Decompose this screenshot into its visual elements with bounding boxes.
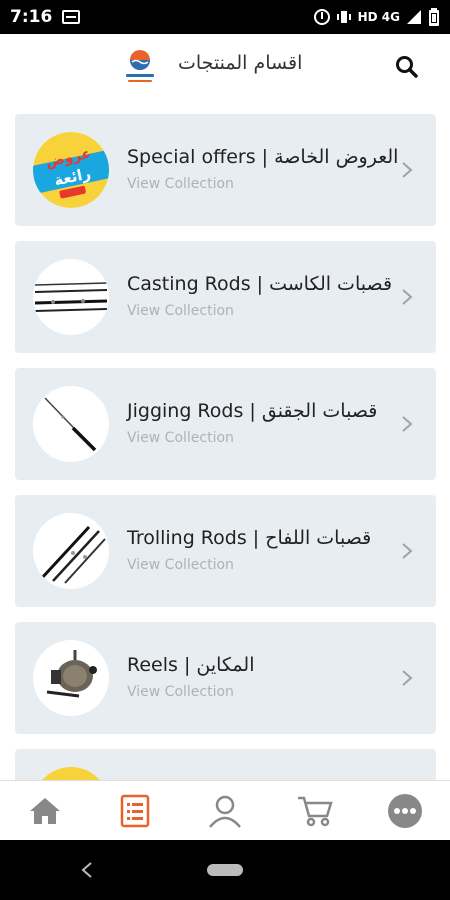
- system-navigation-bar: [0, 840, 450, 900]
- account-icon: [209, 795, 241, 828]
- status-bar: 7:16 HD 4G: [0, 0, 450, 34]
- casting-rods-thumbnail: [33, 259, 109, 335]
- category-subtitle: View Collection: [127, 303, 234, 319]
- bottom-navigation: [0, 780, 450, 840]
- notification-icon: [62, 10, 81, 24]
- chevron-right-icon: [402, 416, 413, 432]
- app-header: اقسام المنتجات: [0, 34, 450, 98]
- more-icon: [388, 793, 422, 828]
- search-icon: [396, 56, 418, 78]
- category-title: Casting Rods | قصبات الكاست: [127, 273, 393, 295]
- trolling-rods-thumbnail: [33, 513, 109, 589]
- category-card-casting-rods[interactable]: Casting Rods | قصبات الكاست View Collect…: [15, 241, 436, 353]
- category-list[interactable]: عروض رائعة Special offers | العروض الخاص…: [0, 98, 450, 780]
- status-time: 7:16: [10, 7, 53, 27]
- category-card-special-offers[interactable]: عروض رائعة Special offers | العروض الخاص…: [15, 114, 436, 226]
- chevron-right-icon: [402, 289, 413, 305]
- nav-account[interactable]: [200, 786, 250, 836]
- catalog-list-icon: [120, 794, 150, 827]
- category-card-partial[interactable]: [15, 749, 436, 780]
- page-title: اقسام المنتجات: [178, 52, 303, 74]
- category-subtitle: View Collection: [127, 176, 234, 192]
- cart-icon: [298, 796, 333, 826]
- nav-cart[interactable]: [290, 786, 340, 836]
- category-title: Special offers | العروض الخاصة: [127, 146, 399, 168]
- system-home-pill[interactable]: [207, 864, 243, 876]
- special-offers-thumbnail: عروض رائعة: [33, 132, 109, 208]
- nav-home[interactable]: [20, 786, 70, 836]
- category-title: Reels | المكاين: [127, 654, 255, 676]
- do-not-disturb-icon: [313, 9, 330, 25]
- reels-thumbnail: [33, 640, 109, 716]
- system-back-icon[interactable]: [80, 860, 94, 880]
- network-label: HD 4G: [357, 10, 400, 24]
- category-subtitle: View Collection: [127, 684, 234, 700]
- category-card-trolling-rods[interactable]: Trolling Rods | قصبات اللفاح View Collec…: [15, 495, 436, 607]
- nav-catalog[interactable]: [110, 786, 160, 836]
- chevron-right-icon: [402, 670, 413, 686]
- chevron-right-icon: [402, 162, 413, 178]
- vibrate-icon: [336, 9, 352, 25]
- brand-logo: [120, 44, 160, 88]
- category-title: Jigging Rods | قصبات الجقنق: [127, 400, 378, 422]
- category-subtitle: View Collection: [127, 430, 234, 446]
- search-button[interactable]: [394, 54, 420, 80]
- signal-icon: [406, 9, 422, 25]
- chevron-right-icon: [402, 543, 413, 559]
- battery-icon: [428, 8, 440, 26]
- nav-more[interactable]: [380, 786, 430, 836]
- category-subtitle: View Collection: [127, 557, 234, 573]
- partial-thumbnail: [33, 767, 109, 780]
- jigging-rods-thumbnail: [33, 386, 109, 462]
- home-icon: [30, 797, 60, 824]
- category-card-jigging-rods[interactable]: Jigging Rods | قصبات الجقنق View Collect…: [15, 368, 436, 480]
- category-title: Trolling Rods | قصبات اللفاح: [127, 527, 372, 549]
- category-card-reels[interactable]: Reels | المكاين View Collection: [15, 622, 436, 734]
